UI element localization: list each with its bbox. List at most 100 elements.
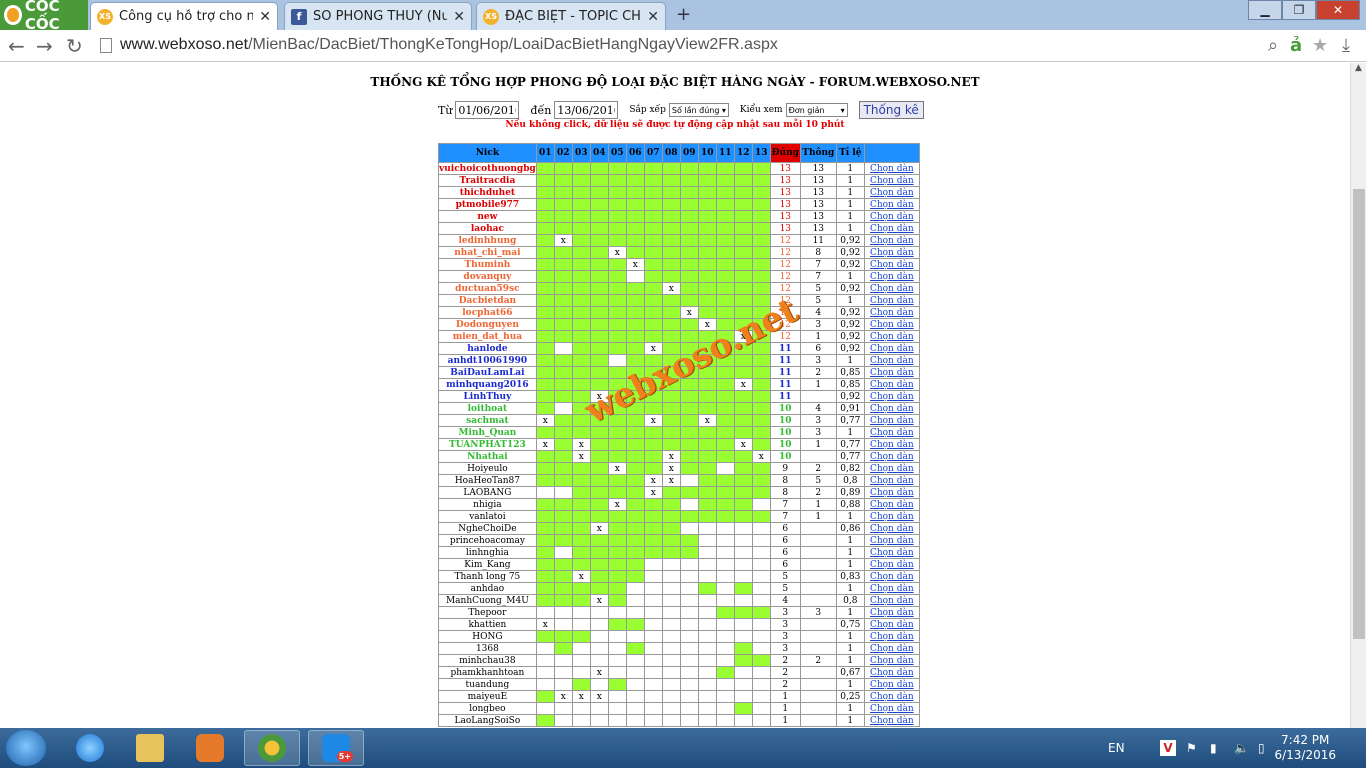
choose-set-link[interactable]: Chọn dàn: [863, 498, 920, 511]
choose-set-link[interactable]: Chọn dàn: [863, 558, 920, 571]
choose-set-link[interactable]: Chọn dàn: [863, 378, 920, 391]
choose-set-link[interactable]: Chọn dàn: [863, 462, 920, 475]
network-tray-icon[interactable]: ▮: [1210, 728, 1217, 768]
choose-set-link[interactable]: Chọn dàn: [863, 162, 920, 175]
system-clock[interactable]: 7:42 PM 6/13/2016: [1274, 733, 1336, 763]
choose-set-link[interactable]: Chọn dàn: [863, 414, 920, 427]
dung-count-cell: 10: [769, 414, 801, 427]
choose-set-link[interactable]: Chọn dàn: [863, 210, 920, 223]
choose-set-link[interactable]: Chọn dàn: [863, 570, 920, 583]
choose-set-link[interactable]: Chọn dàn: [863, 342, 920, 355]
choose-set-link[interactable]: Chọn dàn: [863, 678, 920, 691]
choose-set-link[interactable]: Chọn dàn: [863, 534, 920, 547]
day-cell: [715, 246, 735, 259]
choose-set-link[interactable]: Chọn dàn: [863, 318, 920, 331]
to-date-input[interactable]: [554, 101, 619, 119]
maximize-icon[interactable]: ❐: [1282, 0, 1316, 20]
zalo-taskbar-icon[interactable]: 5+: [308, 730, 364, 766]
back-icon[interactable]: ←: [8, 34, 25, 58]
choose-set-link[interactable]: Chọn dàn: [863, 198, 920, 211]
reload-icon[interactable]: ↻: [66, 34, 83, 58]
tab-webxoso-tools[interactable]: XS Công cụ hỗ trợ cho người ✕: [90, 2, 278, 30]
choose-set-link[interactable]: Chọn dàn: [863, 354, 920, 367]
flag-tray-icon[interactable]: ⚑: [1186, 728, 1197, 768]
sort-select[interactable]: Số lần đúng ▾: [668, 103, 729, 117]
choose-set-link[interactable]: Chọn dàn: [863, 510, 920, 523]
vertical-scrollbar[interactable]: ▲: [1350, 63, 1366, 728]
choose-set-link[interactable]: Chọn dàn: [863, 450, 920, 463]
volume-tray-icon[interactable]: 🔈: [1234, 728, 1249, 768]
choose-set-link[interactable]: Chọn dàn: [863, 174, 920, 187]
zoom-search-icon[interactable]: ⌕: [1268, 35, 1278, 56]
tab-phong-thuy[interactable]: f SỐ PHONG THỦY (Numero ✕: [284, 2, 472, 30]
choose-set-link[interactable]: Chọn dàn: [863, 186, 920, 199]
coccoc-taskbar-icon[interactable]: [244, 730, 300, 766]
choose-set-link[interactable]: Chọn dàn: [863, 618, 920, 631]
choose-set-link[interactable]: Chọn dàn: [863, 594, 920, 607]
bookmark-star-icon[interactable]: ★: [1312, 35, 1328, 56]
choose-set-link[interactable]: Chọn dàn: [863, 222, 920, 235]
choose-set-link[interactable]: Chọn dàn: [863, 234, 920, 247]
day-cell: [679, 630, 699, 643]
choose-set-link[interactable]: Chọn dàn: [863, 270, 920, 283]
choose-set-link[interactable]: Chọn dàn: [863, 666, 920, 679]
choose-set-link[interactable]: Chọn dàn: [863, 282, 920, 295]
start-button[interactable]: [6, 730, 46, 766]
choose-set-link[interactable]: Chọn dàn: [863, 690, 920, 703]
choose-set-link[interactable]: Chọn dàn: [863, 630, 920, 643]
vietnamese-input-icon[interactable]: ả: [1290, 35, 1302, 56]
day-cell: [643, 702, 663, 715]
choose-set-link[interactable]: Chọn dàn: [863, 402, 920, 415]
choose-set-link[interactable]: Chọn dàn: [863, 246, 920, 259]
file-explorer-taskbar-icon[interactable]: [122, 730, 178, 766]
close-tab-icon[interactable]: ✕: [453, 9, 465, 25]
language-indicator[interactable]: EN: [1108, 728, 1125, 768]
dung-count-cell: 2: [769, 654, 801, 667]
minimize-icon[interactable]: ▁: [1248, 0, 1282, 20]
choose-set-link[interactable]: Chọn dàn: [863, 366, 920, 379]
close-window-icon[interactable]: ✕: [1316, 0, 1360, 20]
choose-set-link[interactable]: Chọn dàn: [863, 258, 920, 271]
choose-set-link[interactable]: Chọn dàn: [863, 546, 920, 559]
from-date-input[interactable]: [455, 101, 520, 119]
choose-set-link[interactable]: Chọn dàn: [863, 330, 920, 343]
forward-icon[interactable]: →: [36, 34, 53, 58]
choose-set-link[interactable]: Chọn dàn: [863, 306, 920, 319]
day-cell: [661, 270, 681, 283]
day-cell: [535, 486, 555, 499]
choose-set-link[interactable]: Chọn dàn: [863, 522, 920, 535]
dung-count-cell: 12: [769, 270, 801, 283]
day-cell: [715, 318, 735, 331]
url-field[interactable]: www.webxoso.net/MienBac/DacBiet/ThongKeT…: [100, 36, 778, 54]
day-cell: x: [607, 462, 627, 475]
choose-set-link[interactable]: Chọn dàn: [863, 486, 920, 499]
scroll-up-icon[interactable]: ▲: [1351, 63, 1366, 79]
close-tab-icon[interactable]: ✕: [259, 9, 271, 25]
choose-set-link[interactable]: Chọn dàn: [863, 654, 920, 667]
antivirus-tray-icon[interactable]: V: [1160, 728, 1176, 768]
table-row: Minh_Quan 10 3 1 Chọn dàn: [438, 426, 920, 439]
choose-set-link[interactable]: Chọn dàn: [863, 702, 920, 715]
submit-stats-button[interactable]: Thống kê: [858, 101, 924, 119]
choose-set-link[interactable]: Chọn dàn: [863, 390, 920, 403]
day-cell: [625, 630, 645, 643]
internet-explorer-taskbar-icon[interactable]: [62, 730, 118, 766]
view-select[interactable]: Đơn giản ▾: [785, 103, 848, 117]
choose-set-link[interactable]: Chọn dàn: [863, 642, 920, 655]
download-icon[interactable]: ⤓: [1342, 35, 1350, 56]
coccoc-logo[interactable]: CỐC CỐC: [0, 0, 88, 33]
choose-set-link[interactable]: Chọn dàn: [863, 294, 920, 307]
new-tab-icon[interactable]: +: [676, 4, 691, 25]
choose-set-link[interactable]: Chọn dàn: [863, 438, 920, 451]
scrollbar-thumb[interactable]: [1353, 189, 1365, 639]
tab-dac-biet-topic[interactable]: XS ĐẶC BIỆT - TOPIC CHUYÊN ✕: [476, 2, 666, 30]
media-player-taskbar-icon[interactable]: [182, 730, 238, 766]
day-cell: [589, 306, 609, 319]
close-tab-icon[interactable]: ✕: [647, 9, 659, 25]
choose-set-link[interactable]: Chọn dàn: [863, 426, 920, 439]
choose-set-link[interactable]: Chọn dàn: [863, 474, 920, 487]
choose-set-link[interactable]: Chọn dàn: [863, 582, 920, 595]
choose-set-link[interactable]: Chọn dàn: [863, 606, 920, 619]
battery-tray-icon[interactable]: ▯: [1258, 728, 1265, 768]
choose-set-link[interactable]: Chọn dàn: [863, 714, 920, 727]
